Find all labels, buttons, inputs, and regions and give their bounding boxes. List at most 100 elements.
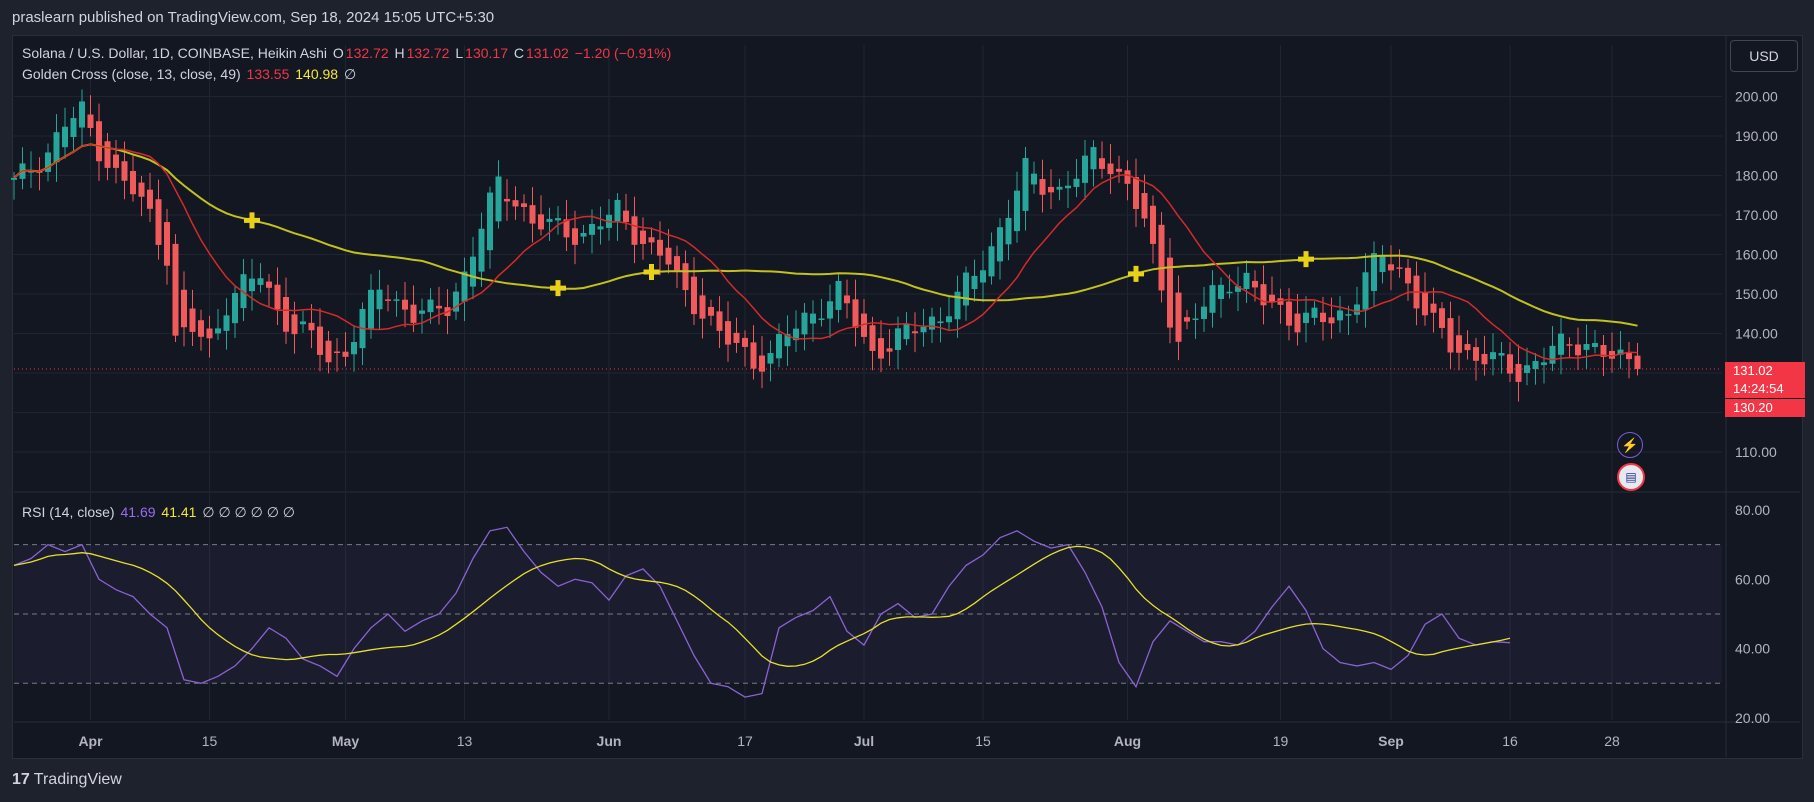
candle-body [1294, 313, 1301, 333]
candle-body [767, 353, 774, 364]
candle-body [113, 154, 119, 168]
candle-body [1192, 318, 1199, 320]
candle-body [1303, 312, 1309, 323]
candle-body [1048, 186, 1054, 193]
candle-body [368, 289, 374, 329]
rsi-name: RSI (14, close) [22, 504, 115, 520]
low-value: 130.17 [465, 45, 508, 61]
tradingview-brand[interactable]: 17 TradingView [12, 771, 122, 789]
candle-body [572, 228, 578, 245]
us-flag-icon[interactable]: ▤ [1617, 463, 1645, 491]
golden-cross-marker [1128, 265, 1144, 282]
candle-body [62, 126, 68, 148]
candle-body [538, 214, 544, 230]
candle-body [1005, 217, 1012, 245]
candle-body [1201, 306, 1207, 319]
main-legend: Solana / U.S. Dollar, 1D, COINBASE, Heik… [22, 45, 673, 61]
candle-body [997, 227, 1003, 262]
price-tick-label: 160.00 [1735, 247, 1778, 263]
candle-body [189, 308, 196, 332]
candle-body [1184, 317, 1190, 322]
low-price-tag: 130.20 [1725, 399, 1805, 417]
candle-body [903, 323, 910, 340]
candle-body [980, 270, 986, 283]
candle-body [1549, 345, 1556, 364]
candle-body [1090, 147, 1097, 170]
candle-body [521, 203, 527, 207]
candle-body [1243, 272, 1250, 290]
candle-body [1286, 301, 1292, 326]
candle-body [699, 295, 706, 319]
candle-body [215, 328, 221, 334]
chart-canvas[interactable]: 200.00 190.00 180.00 170.00 160.00 150.00 140.… [0, 0, 1814, 802]
candle-body [937, 321, 944, 324]
candle-body [121, 161, 128, 181]
candle-body [988, 246, 995, 277]
candle-body [895, 328, 901, 350]
candle-body [1490, 352, 1496, 360]
candle-body [87, 114, 94, 128]
time-tick-label: Apr [78, 733, 103, 749]
candle-body [912, 331, 918, 334]
golden-cross-legend: Golden Cross (close, 13, close, 49) 133.… [22, 66, 358, 83]
price-tick-label: 150.00 [1735, 286, 1778, 302]
candle-body [869, 325, 876, 351]
tradingview-name: TradingView [33, 771, 122, 788]
candle-body [410, 304, 417, 323]
time-tick-label: 15 [975, 733, 991, 749]
candle-body [1158, 224, 1165, 291]
candle-body [657, 239, 663, 256]
currency-selector[interactable]: USD [1730, 40, 1798, 72]
candle-body [1498, 352, 1505, 356]
candle-body [198, 320, 204, 337]
high-value: 132.72 [406, 45, 450, 61]
candle-body [1447, 318, 1454, 353]
price-tick-label: 170.00 [1735, 207, 1778, 223]
rsi-tick-label: 40.00 [1735, 641, 1770, 657]
candle-body [419, 310, 425, 314]
candle-body [181, 289, 187, 328]
golden-cross-extra: ∅ [343, 66, 357, 82]
candle-body [1056, 186, 1063, 190]
candle-body [1430, 303, 1437, 313]
rsi-legend: RSI (14, close) 41.69 41.41 ∅ ∅ ∅ ∅ ∅ ∅ [22, 504, 297, 521]
candle-body [827, 301, 833, 319]
candle-body [1124, 170, 1131, 184]
candle-body [266, 281, 272, 288]
candle-body [1031, 173, 1037, 185]
candle-body [79, 101, 85, 128]
candle-body [708, 306, 714, 316]
candle-body [844, 295, 850, 304]
lightning-icon[interactable]: ⚡ [1617, 432, 1643, 458]
l-label: L [455, 45, 464, 61]
time-tick-label: 19 [1273, 733, 1289, 749]
time-tick-label: 28 [1604, 733, 1620, 749]
candle-body [1133, 177, 1139, 209]
candle-body [954, 291, 961, 320]
candle-body [1439, 308, 1445, 328]
candle-body [623, 210, 629, 223]
o-label: O [332, 45, 344, 61]
candle-body [487, 192, 493, 251]
candle-body [206, 328, 213, 339]
candle-body [325, 340, 332, 363]
candle-body [835, 280, 842, 310]
candle-body [232, 293, 238, 324]
candle-body [733, 332, 740, 343]
h-label: H [394, 45, 405, 61]
candle-body [504, 198, 510, 202]
candle-body [716, 311, 723, 331]
tradingview-logo: 17 [12, 771, 30, 788]
candle-body [1014, 190, 1020, 232]
time-tick-label: 17 [737, 733, 753, 749]
candle-body [1107, 163, 1114, 175]
candle-body [70, 118, 77, 137]
candle-body [1362, 272, 1369, 310]
candle-body [1354, 304, 1360, 315]
candle-body [1337, 310, 1343, 321]
candle-body [648, 237, 655, 243]
candle-body [946, 316, 952, 323]
candle-body [274, 284, 281, 310]
candle-body [1175, 292, 1182, 342]
candle-body [461, 271, 468, 302]
